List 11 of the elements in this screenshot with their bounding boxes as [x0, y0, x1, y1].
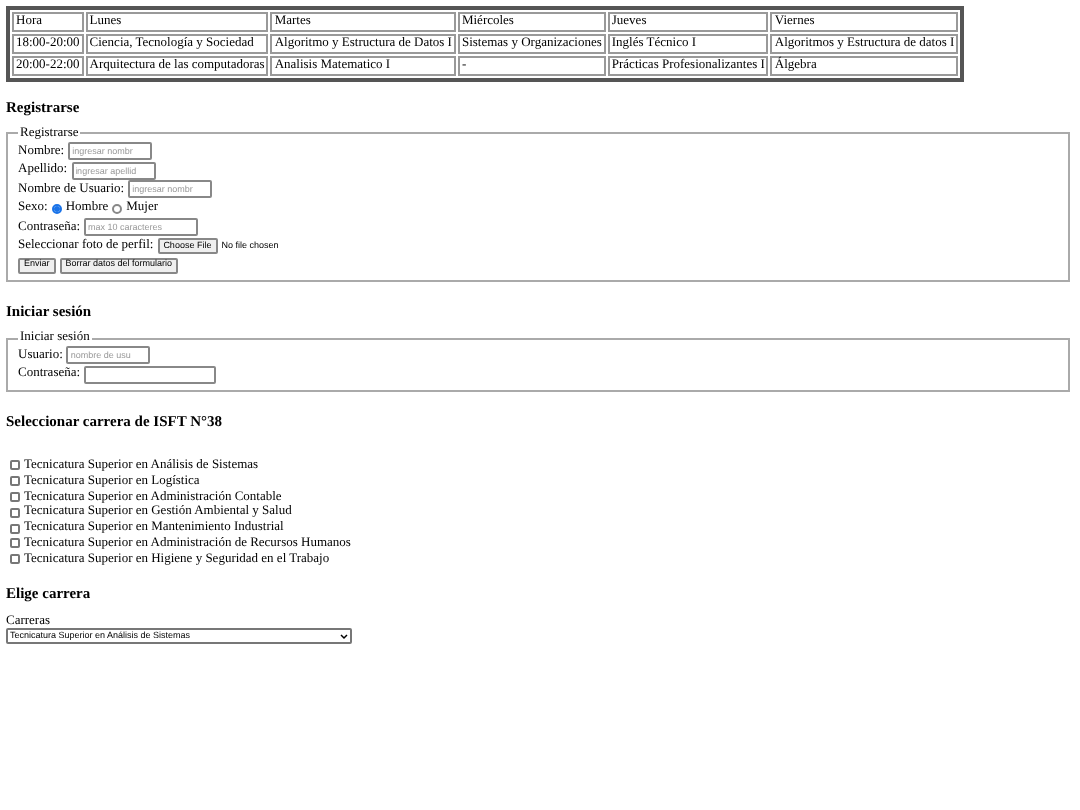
checkbox[interactable] [10, 492, 20, 503]
checkbox[interactable] [10, 523, 20, 534]
radio-button[interactable] [51, 203, 62, 214]
checkbox[interactable] [10, 538, 20, 549]
radio-button[interactable] [112, 203, 123, 214]
chevron-down-icon [340, 632, 348, 641]
checkbox[interactable] [10, 460, 20, 471]
checkbox[interactable] [10, 507, 20, 518]
checkbox[interactable] [10, 476, 20, 487]
input-field[interactable] [84, 365, 217, 384]
checkbox[interactable] [10, 554, 20, 565]
